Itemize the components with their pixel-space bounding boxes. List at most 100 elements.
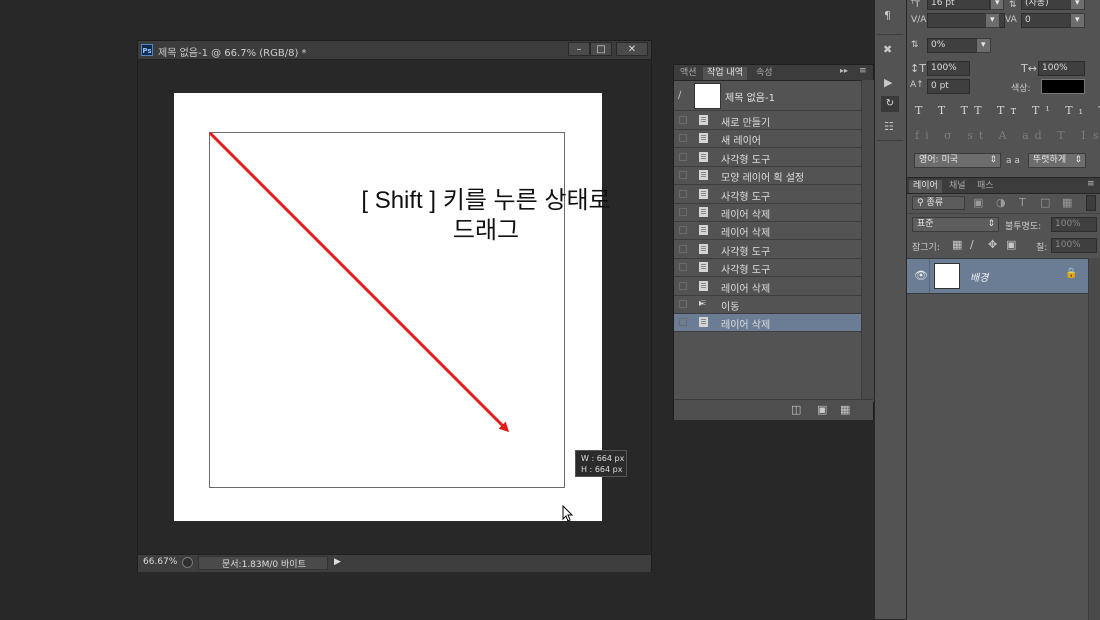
tab-layers[interactable]: 레이어 [909, 180, 942, 193]
tab-actions[interactable]: 액션 [676, 67, 701, 80]
width-value: 664 px [596, 454, 625, 463]
filter-adjustment-icon[interactable]: ◑ [996, 196, 1006, 209]
tab-channels[interactable]: 채널 [945, 180, 970, 193]
actions-play-icon[interactable]: ▶ [884, 76, 892, 89]
document-icon [699, 115, 708, 125]
history-state-checkbox[interactable] [679, 300, 687, 308]
paragraph-icon[interactable]: ¶ [884, 9, 891, 22]
history-item-label: 레이어 삭제 [721, 283, 771, 295]
blend-mode-arrow-icon: ⇕ [987, 219, 995, 229]
status-info-icon[interactable] [182, 557, 193, 568]
minimize-button[interactable]: – [568, 42, 590, 56]
history-snapshot[interactable]: ∕ 제목 없음-1 [674, 80, 861, 111]
history-item[interactable]: 사각형 도구 [674, 149, 861, 167]
new-snapshot-icon[interactable]: ▣ [817, 403, 827, 416]
filter-shape-icon[interactable]: □ [1040, 196, 1050, 209]
history-item[interactable]: 사각형 도구 [674, 259, 861, 278]
tab-properties[interactable]: 속성 [752, 67, 777, 80]
lock-all-icon[interactable]: ▣ [1006, 238, 1016, 251]
history-item-label: 사각형 도구 [721, 265, 771, 277]
lock-image-icon[interactable]: ∕ [970, 238, 974, 251]
visibility-eye-icon[interactable]: 👁 [914, 269, 928, 282]
new-document-from-state-icon[interactable]: ◫ [791, 403, 801, 416]
document-icon [699, 133, 708, 144]
baseline-shift-field[interactable]: 0 pt [927, 79, 970, 94]
history-item[interactable]: ▸ 이동 [674, 296, 861, 314]
history-state-checkbox[interactable] [679, 263, 687, 272]
tab-paths[interactable]: 패스 [973, 180, 998, 193]
tsume-dropdown[interactable]: ▾ [976, 38, 991, 53]
vertical-scale-field[interactable]: 100% [927, 61, 970, 76]
font-size-field[interactable]: 16 pt [927, 0, 990, 10]
history-item[interactable]: 레이어 삭제 [674, 278, 861, 296]
layers-menu-icon[interactable]: ≡ [1087, 179, 1095, 189]
lock-transparency-icon[interactable]: ▦ [952, 238, 962, 251]
anti-alias-icon: a a [1006, 156, 1020, 166]
horizontal-scale-field[interactable]: 100% [1038, 61, 1085, 76]
history-state-checkbox[interactable] [679, 208, 687, 216]
history-state-checkbox[interactable] [679, 152, 687, 161]
history-state-checkbox[interactable] [679, 318, 687, 327]
leading-dropdown[interactable]: ▾ [1070, 0, 1085, 10]
history-state-checkbox[interactable] [679, 134, 687, 143]
history-item[interactable]: 사각형 도구 [674, 241, 861, 259]
delete-state-icon[interactable]: ▦ [840, 403, 850, 416]
filter-smart-object-icon[interactable]: ▦ [1062, 196, 1072, 209]
history-item[interactable]: 사각형 도구 [674, 186, 861, 204]
tracking-dropdown[interactable]: ▾ [1070, 13, 1085, 28]
document-icon [699, 207, 708, 217]
lock-position-icon[interactable]: ✥ [988, 238, 997, 251]
opentype-buttons[interactable]: fi σ st A ad T 1st ½ [915, 129, 1100, 142]
history-state-checkbox[interactable] [679, 281, 687, 290]
filter-pixel-icon[interactable]: ▣ [973, 196, 983, 209]
instruction-annotation: [ Shift ] 키를 누른 상태로 드래그 [336, 186, 636, 246]
history-state-checkbox[interactable] [679, 189, 687, 198]
font-size-dropdown[interactable]: ▾ [990, 0, 1004, 10]
history-icon[interactable]: ↻ [881, 96, 899, 112]
history-item[interactable]: 레이어 삭제 [674, 222, 861, 241]
layer-name[interactable]: 배경 [970, 269, 988, 284]
close-button[interactable]: ✕ [616, 42, 648, 56]
type-style-buttons[interactable]: T T TT Tт T¹ T₁ T T [915, 104, 1100, 117]
height-value: 664 px [594, 465, 623, 474]
kerning-dropdown[interactable]: ▾ [985, 13, 1000, 28]
history-state-checkbox[interactable] [679, 171, 687, 180]
tab-history[interactable]: 작업 내역 [703, 67, 747, 80]
document-title-bar[interactable]: Ps 제목 없음-1 @ 66.7% (RGB/8) * – □ ✕ [138, 41, 651, 60]
maximize-button[interactable]: □ [590, 42, 612, 56]
layer-row-background[interactable]: 👁 배경 🔒 [907, 258, 1088, 294]
document-size-status: 문서:1.83M/0 바이트 [222, 560, 306, 570]
zoom-level[interactable]: 66.67% [143, 557, 177, 567]
properties-icon[interactable]: ☷ [884, 120, 894, 133]
collapse-panel-icon[interactable]: ▸▸ [840, 66, 848, 75]
history-brush-icon[interactable]: ∕ [678, 90, 681, 101]
history-item[interactable]: 모양 레이어 획 설정 [674, 167, 861, 186]
history-item[interactable]: 새 레이어 [674, 130, 861, 149]
anti-alias-dropdown[interactable]: 뚜렷하게 ⇕ [1028, 153, 1086, 168]
layer-filter-dropdown[interactable]: ⚲ 종류 [912, 196, 965, 210]
blend-mode-dropdown[interactable]: 표준 ⇕ [912, 217, 999, 232]
tool-presets-icon[interactable]: ✖ [883, 43, 892, 56]
history-item-label: 새로 만들기 [721, 118, 771, 129]
history-state-checkbox[interactable] [679, 244, 687, 253]
language-dropdown[interactable]: 영어: 미국 ⇕ [914, 153, 1001, 168]
document-icon [699, 262, 708, 273]
history-item[interactable]: 레이어 삭제 [674, 314, 861, 333]
fill-field[interactable]: 100% [1051, 238, 1097, 253]
panel-menu-icon[interactable]: ≡ [859, 66, 867, 76]
opacity-label: 불투명도: [1005, 222, 1042, 232]
opacity-field[interactable]: 100% [1051, 217, 1097, 232]
history-item-label: 레이어 삭제 [721, 320, 771, 332]
history-item[interactable]: 레이어 삭제 [674, 204, 861, 222]
status-menu-arrow-icon[interactable]: ▶ [334, 557, 341, 567]
anti-alias-dropdown-arrow-icon: ⇕ [1074, 155, 1082, 165]
history-item[interactable]: 새로 만들기 [674, 112, 861, 130]
text-color-swatch[interactable] [1041, 79, 1085, 94]
layers-scrollbar[interactable] [1088, 258, 1100, 620]
history-state-checkbox[interactable] [679, 226, 687, 235]
filter-type-icon[interactable]: T [1019, 196, 1026, 209]
history-state-checkbox[interactable] [679, 116, 687, 124]
filter-toggle[interactable] [1086, 195, 1096, 211]
leading-icon: ⇅ [1009, 0, 1017, 10]
history-scrollbar[interactable] [861, 80, 874, 402]
